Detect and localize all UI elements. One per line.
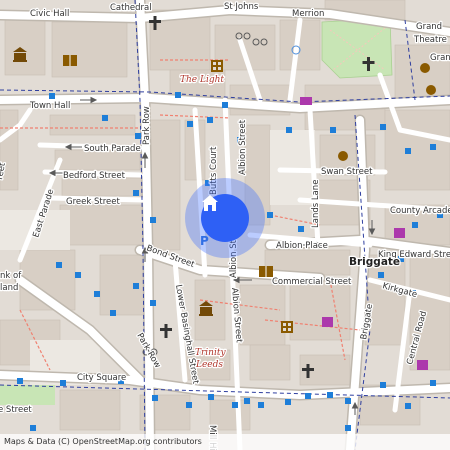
poi-trinity-1: Trinity: [195, 348, 226, 358]
label-grand-3: Gran: [430, 53, 450, 63]
label-cathedral: Cathedral: [110, 3, 152, 13]
location-marker[interactable]: [185, 178, 265, 258]
label-street-bottom-left: e Street: [0, 405, 32, 415]
label-bank-of: nk of: [0, 271, 22, 281]
poi-the-light: The Light: [180, 75, 224, 85]
marker-pin[interactable]: [201, 194, 249, 242]
label-bank-land: land: [0, 283, 18, 293]
label-st-johns: St Johns: [224, 2, 259, 12]
label-swan-street: Swan Street: [321, 167, 373, 177]
label-south-parade: South Parade: [84, 144, 141, 154]
label-lands-lane: Lands Lane: [311, 180, 321, 228]
label-albion-street-top: Albion Street: [238, 119, 248, 175]
cinema-icon-center: [281, 321, 293, 333]
label-albion-place: Albion Place: [276, 241, 328, 251]
label-civic-hall: Civic Hall: [30, 9, 69, 19]
label-greek-street: Greek Street: [66, 197, 120, 207]
cinema-icon: [211, 60, 223, 72]
library-icon-center: [259, 266, 273, 277]
home-icon: [202, 195, 218, 211]
map-attribution: Maps & Data (C) OpenStreetMap.org contri…: [0, 434, 450, 450]
map-view[interactable]: Civic Hall Cathedral St Johns Merrion Gr…: [0, 0, 450, 450]
poi-trinity-2: Leeds: [195, 360, 223, 370]
label-commercial-street: Commercial Street: [272, 277, 352, 287]
label-city-square: City Square: [77, 373, 126, 383]
label-park-row: Park Row: [142, 106, 152, 145]
label-grand-1: Grand: [416, 22, 442, 32]
label-county-arcade: County Arcade: [390, 206, 450, 216]
label-bedford-street: Bedford Street: [63, 171, 126, 181]
library-icon-civic: [63, 55, 77, 66]
label-town-hall: Town Hall: [29, 101, 70, 111]
label-grand-2: Theatre: [413, 35, 447, 45]
label-merrion: Merrion: [292, 9, 324, 19]
district-briggate: Briggate: [349, 256, 400, 268]
